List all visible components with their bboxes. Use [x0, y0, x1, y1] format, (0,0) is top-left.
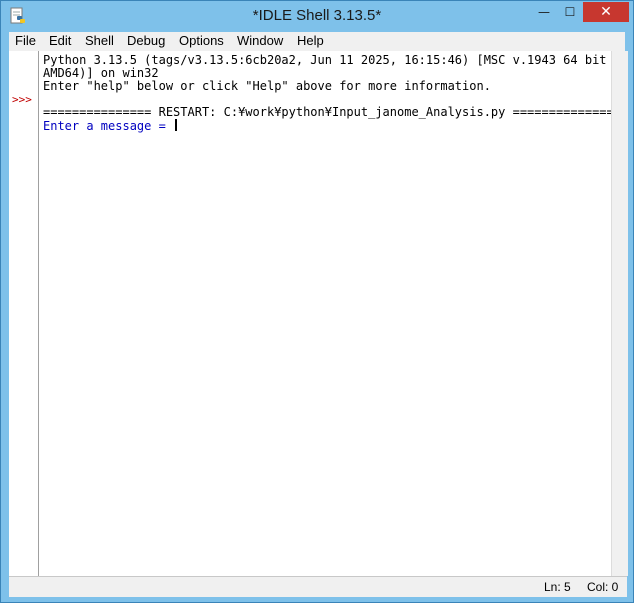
menu-file[interactable]: File [15, 33, 36, 48]
menu-bar: File Edit Shell Debug Options Window Hel… [9, 32, 625, 51]
status-column-number: Col: 0 [587, 580, 619, 594]
shell-area: >>> Python 3.13.5 (tags/v3.13.5:6cb20a2,… [9, 51, 628, 576]
shell-prompt: >>> [12, 93, 32, 106]
maximize-button[interactable]: ☐ [557, 2, 583, 22]
idle-shell-window: *IDLE Shell 3.13.5* — ☐ ✕ File Edit Shel… [0, 0, 634, 603]
menu-edit[interactable]: Edit [49, 33, 71, 48]
restart-line: =============== RESTART: C:¥work¥python¥… [43, 105, 611, 119]
prompt-gutter: >>> [9, 51, 39, 576]
menu-options[interactable]: Options [179, 33, 224, 48]
minimize-button[interactable]: — [531, 2, 557, 22]
close-button[interactable]: ✕ [583, 2, 629, 22]
help-hint-line: Enter "help" below or click "Help" above… [43, 79, 491, 93]
status-bar: Ln: 5 Col: 0 [9, 576, 627, 597]
shell-text-area[interactable]: Python 3.13.5 (tags/v3.13.5:6cb20a2, Jun… [39, 51, 611, 576]
input-prompt-line[interactable]: Enter a message = [43, 119, 178, 133]
text-cursor [175, 119, 178, 131]
menu-debug[interactable]: Debug [127, 33, 165, 48]
menu-help[interactable]: Help [297, 33, 324, 48]
input-prompt-text: Enter a message = [43, 119, 174, 133]
title-bar[interactable]: *IDLE Shell 3.13.5* — ☐ ✕ [1, 1, 633, 32]
vertical-scrollbar[interactable] [611, 51, 628, 576]
menu-shell[interactable]: Shell [85, 33, 114, 48]
status-line-number: Ln: 5 [544, 580, 571, 594]
menu-window[interactable]: Window [237, 33, 283, 48]
